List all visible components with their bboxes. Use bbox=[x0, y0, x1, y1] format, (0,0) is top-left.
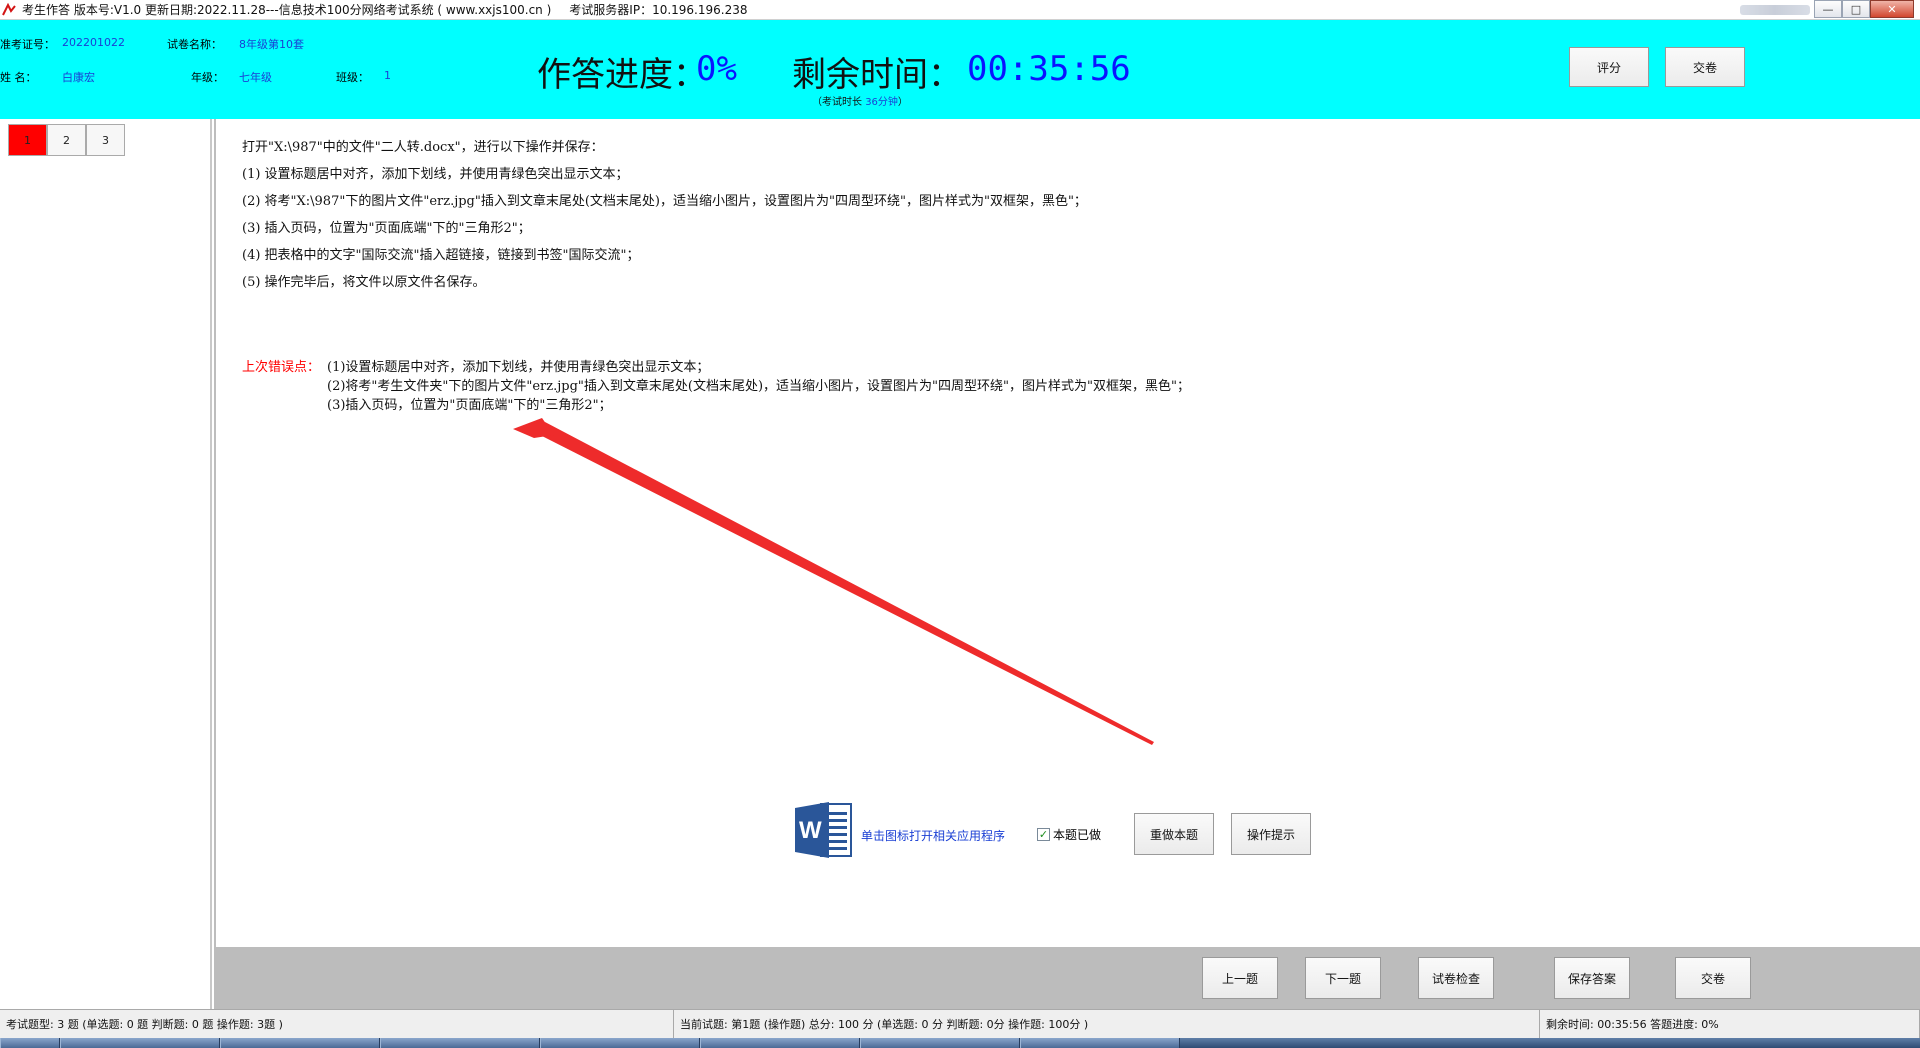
ticket-value: 202201022 bbox=[62, 36, 125, 49]
duration-value: 36分钟 bbox=[865, 97, 898, 108]
title-bar: 考生作答 版本号:V1.0 更新日期:2022.11.28---信息技术100分… bbox=[0, 0, 1920, 20]
grade-value: 七年级 bbox=[239, 71, 272, 84]
name-value: 白康宏 bbox=[62, 71, 95, 84]
grade-label: 年级： bbox=[191, 71, 224, 84]
window-controls: — □ ✕ bbox=[1814, 0, 1914, 18]
submit-button-bottom[interactable]: 交卷 bbox=[1675, 957, 1751, 999]
bottom-toolbar: 上一题 下一题 试卷检查 保存答案 交卷 bbox=[214, 947, 1920, 1009]
question-nav: 123 bbox=[0, 119, 212, 1009]
question-step-2: (2) 将考"X:\987"下的图片文件"erz.jpg"插入到文章末尾处(文档… bbox=[242, 194, 1087, 209]
minimize-icon[interactable]: — bbox=[1814, 0, 1842, 18]
last-errors-label: 上次错误点： bbox=[242, 360, 321, 375]
exam-duration: （考试时长 36分钟） bbox=[812, 97, 908, 108]
question-step-1: (1) 设置标题居中对齐，添加下划线，并使用青绿色突出显示文本； bbox=[242, 167, 629, 182]
progress-value: 0% bbox=[696, 49, 737, 89]
question-content: 打开"X:\987"中的文件"二人转.docx"，进行以下操作并保存： (1) … bbox=[214, 119, 1920, 947]
close-icon[interactable]: ✕ bbox=[1870, 0, 1914, 18]
name-label: 姓 名： bbox=[0, 71, 37, 84]
blurred-title-area bbox=[1740, 5, 1810, 15]
open-app-link[interactable]: 单击图标打开相关应用程序 bbox=[861, 827, 1005, 844]
operation-hint-button[interactable]: 操作提示 bbox=[1231, 813, 1311, 855]
paper-label: 试卷名称： bbox=[167, 38, 222, 51]
taskbar-item[interactable] bbox=[860, 1038, 1020, 1048]
taskbar-item[interactable] bbox=[540, 1038, 700, 1048]
submit-button-top[interactable]: 交卷 bbox=[1665, 47, 1745, 87]
svg-text:W: W bbox=[799, 817, 822, 844]
question-step-4: (4) 把表格中的文字"国际交流"插入超链接，链接到书签"国际交流"； bbox=[242, 248, 640, 263]
taskbar-item[interactable] bbox=[700, 1038, 860, 1048]
status-bar: 考试题型: 3 题 (单选题: 0 题 判断题: 0 题 操作题: 3题 ) 当… bbox=[0, 1009, 1920, 1038]
server-ip: 考试服务器IP：10.196.196.238 bbox=[569, 3, 748, 17]
taskbar-item[interactable] bbox=[1020, 1038, 1180, 1048]
class-label: 班级： bbox=[336, 71, 369, 84]
question-step-5: (5) 操作完毕后，将文件以原文件名保存。 bbox=[242, 275, 486, 290]
question-nav-item[interactable]: 2 bbox=[47, 124, 86, 156]
arrow-shaft bbox=[540, 422, 1154, 745]
taskbar-item[interactable] bbox=[60, 1038, 220, 1048]
paper-value: 8年级第10套 bbox=[239, 38, 304, 51]
class-value: 1 bbox=[384, 69, 391, 82]
question-number-list: 123 bbox=[8, 124, 125, 156]
next-question-button[interactable]: 下一题 bbox=[1305, 957, 1381, 999]
redo-question-button[interactable]: 重做本题 bbox=[1134, 813, 1214, 855]
exam-header: 准考证号： 202201022 试卷名称： 8年级第10套 姓 名： 白康宏 年… bbox=[0, 20, 1920, 119]
save-answer-button[interactable]: 保存答案 bbox=[1554, 957, 1630, 999]
question-step-3: (3) 插入页码，位置为"页面底端"下的"三角形2"； bbox=[242, 221, 531, 236]
remaining-label: 剩余时间： bbox=[792, 55, 962, 95]
remaining-time: 00:35:56 bbox=[967, 49, 1131, 89]
status-remaining: 剩余时间: 00:35:56 答题进度: 0% bbox=[1540, 1010, 1920, 1038]
taskbar-start[interactable] bbox=[0, 1038, 60, 1048]
done-label: 本题已做 bbox=[1053, 828, 1102, 842]
last-error-1: (1)设置标题居中对齐，添加下划线，并使用青绿色突出显示文本； bbox=[327, 360, 710, 375]
arrow-head bbox=[513, 418, 554, 438]
taskbar-item[interactable] bbox=[380, 1038, 540, 1048]
status-question-types: 考试题型: 3 题 (单选题: 0 题 判断题: 0 题 操作题: 3题 ) bbox=[0, 1010, 674, 1038]
ticket-label: 准考证号： bbox=[0, 38, 55, 51]
status-current-question: 当前试题: 第1题 (操作题) 总分: 100 分 (单选题: 0 分 判断题:… bbox=[674, 1010, 1540, 1038]
paper-check-button[interactable]: 试卷检查 bbox=[1418, 957, 1494, 999]
done-checkbox[interactable]: ✓ bbox=[1037, 828, 1050, 841]
prev-question-button[interactable]: 上一题 bbox=[1202, 957, 1278, 999]
taskbar-item[interactable] bbox=[220, 1038, 380, 1048]
score-button[interactable]: 评分 bbox=[1569, 47, 1649, 87]
done-checkbox-group[interactable]: ✓ 本题已做 bbox=[1037, 826, 1101, 843]
last-error-3: (3)插入页码，位置为"页面底端"下的"三角形2"； bbox=[327, 398, 612, 413]
taskbar bbox=[0, 1038, 1920, 1048]
maximize-icon[interactable]: □ bbox=[1842, 0, 1870, 18]
progress-label: 作答进度： bbox=[537, 55, 707, 95]
question-intro: 打开"X:\987"中的文件"二人转.docx"，进行以下操作并保存： bbox=[242, 140, 604, 155]
word-app-icon[interactable]: W bbox=[795, 802, 853, 858]
exam-app-window: 考生作答 版本号:V1.0 更新日期:2022.11.28---信息技术100分… bbox=[0, 0, 1920, 1048]
window-title: 考生作答 版本号:V1.0 更新日期:2022.11.28---信息技术100分… bbox=[22, 3, 552, 17]
last-error-2: (2)将考"考生文件夹"下的图片文件"erz.jpg"插入到文章末尾处(文档末尾… bbox=[327, 379, 1190, 394]
question-nav-item[interactable]: 3 bbox=[86, 124, 125, 156]
question-nav-item[interactable]: 1 bbox=[8, 124, 47, 156]
app-logo-icon bbox=[2, 2, 16, 17]
